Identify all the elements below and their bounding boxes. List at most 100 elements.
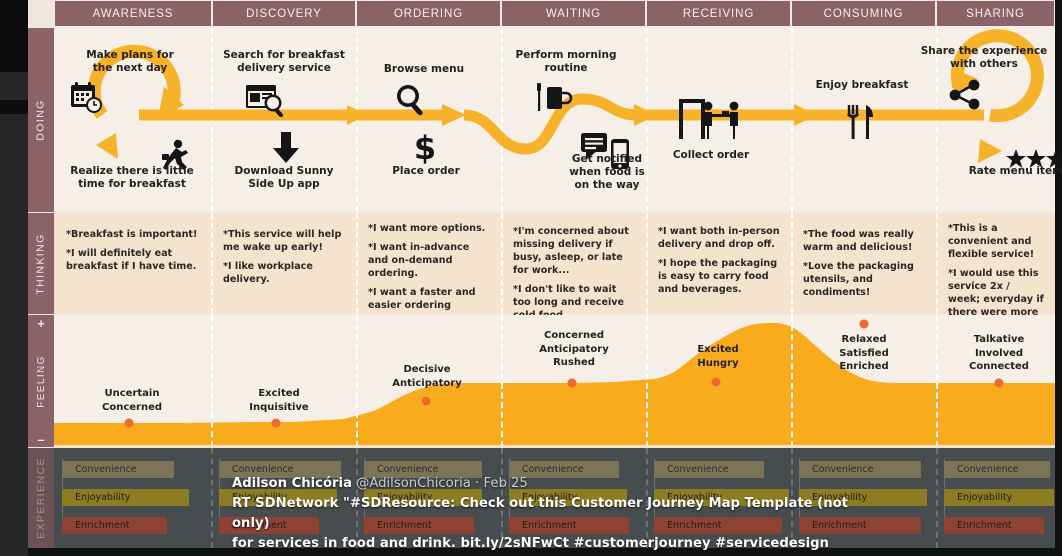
stage-label: AWARENESS xyxy=(92,7,174,20)
toothbrush-mug-icon xyxy=(534,83,574,120)
experience-col-awareness: Convenience Enjoyability Enrichment xyxy=(62,448,211,548)
experience-bar-enrichment: Enrichment xyxy=(944,517,1044,534)
feeling-label-consuming: Relaxed Satisfied Enriched xyxy=(839,334,889,372)
download-arrow-icon xyxy=(272,132,300,169)
stage-label: RECEIVING xyxy=(682,7,755,20)
feeling-point-ordering xyxy=(421,396,431,406)
thinking-cell-waiting: *I'm concerned about missing delivery if… xyxy=(501,213,646,321)
thinking-quote: *This service will help me wake up early… xyxy=(223,229,342,253)
experience-bar-enjoyability: Enjoyability xyxy=(62,489,189,506)
stage-header-discovery: DISCOVERY xyxy=(213,1,355,26)
stage-label: WAITING xyxy=(545,7,602,20)
lane-label-experience: EXPERIENCE xyxy=(28,448,54,548)
column-divider xyxy=(501,315,503,447)
tweet-body-line-2: for services in food and drink. bit.ly/2… xyxy=(232,534,852,554)
doing-step-sub-ordering: Place order xyxy=(392,165,460,177)
stage-label: CONSUMING xyxy=(823,7,904,20)
lane-feeling: Uncertain Concerned Excited Inquisitive De… xyxy=(54,315,1055,447)
calendar-clock-icon xyxy=(70,81,104,120)
thinking-quote: *Breakfast is important! xyxy=(66,229,198,240)
thinking-quote: *Love the packaging utensils, and condim… xyxy=(803,260,914,298)
stage-header-row: AWARENESS DISCOVERY ORDERING WAITING REC… xyxy=(28,0,1055,27)
tweet-separator: · xyxy=(475,476,480,491)
stage-label: DISCOVERY xyxy=(246,7,322,20)
feeling-point-awareness xyxy=(124,418,134,428)
lane-label-thinking: THINKING xyxy=(28,213,54,314)
lane-thinking: *Breakfast is important! *I will definit… xyxy=(54,213,1055,331)
tweet-author-line: Adilson Chicória @AdilsonChicoria · Feb … xyxy=(232,474,852,494)
magnifier-icon xyxy=(394,83,428,122)
feeling-label-sharing: Talkative Involved Connected xyxy=(969,334,1029,372)
experience-bar-convenience: Convenience xyxy=(62,461,174,478)
feeling-scale-minus: – xyxy=(28,431,54,447)
tweet-link[interactable]: bit.ly/2sNFwCt xyxy=(460,536,568,551)
column-divider xyxy=(646,315,648,447)
doing-step-title-waiting: Perform morning routine xyxy=(515,49,617,75)
experience-col-sharing: Convenience Enjoyability Enrichment xyxy=(944,448,1055,548)
fork-knife-icon xyxy=(846,105,875,144)
share-nodes-icon xyxy=(949,79,983,116)
feeling-label-receiving: Excited Hungry xyxy=(697,344,739,369)
tweet-text: RT SDNetwork " xyxy=(232,496,350,511)
thinking-quote: *The food was really warm and delicious! xyxy=(803,229,914,253)
lane-doing: Make plans for the next day Realize there… xyxy=(54,27,1062,212)
stage-header-waiting: WAITING xyxy=(502,1,645,26)
column-divider xyxy=(211,315,213,447)
doing-step-sub-waiting: Get notified when food is on the way xyxy=(569,153,645,192)
doing-step-sub-sharing: Rate menu items xyxy=(968,165,1062,177)
column-divider xyxy=(936,315,938,447)
thinking-cell-awareness: *Breakfast is important! *I will definit… xyxy=(54,213,211,314)
tweet-timestamp[interactable]: Feb 25 xyxy=(483,476,527,491)
feeling-point-consuming xyxy=(859,319,869,329)
stage-label: ORDERING xyxy=(393,7,464,20)
feeling-label-waiting: Concerned Anticipatory Rushed xyxy=(539,330,609,368)
thinking-quote: *I want in-advance and on-demand orderin… xyxy=(368,241,470,279)
doing-step-title-sharing: Share the experience with others xyxy=(920,45,1048,71)
feeling-point-receiving xyxy=(711,377,721,387)
stage-header-sharing: SHARING xyxy=(937,1,1054,26)
feeling-point-waiting xyxy=(567,378,577,388)
thinking-cell-ordering: *I want more options. *I want in-advance… xyxy=(356,213,501,324)
experience-bar-enjoyability: Enjoyability xyxy=(944,489,1054,506)
handoff-icon xyxy=(679,97,741,146)
thinking-quote: *I'm concerned about missing delivery if… xyxy=(513,226,629,276)
doing-step-title-ordering: Browse menu xyxy=(383,63,465,75)
thinking-quote: *I will definitely eat breakfast if I ha… xyxy=(66,247,197,272)
stage-header-receiving: RECEIVING xyxy=(647,1,790,26)
tweet-author-name[interactable]: Adilson Chicória xyxy=(232,476,352,491)
backdrop-block xyxy=(0,0,28,72)
thinking-quote: *I hope the packaging is easy to carry f… xyxy=(658,257,778,295)
svg-text:$: $ xyxy=(414,131,436,165)
thinking-cell-receiving: *I want both in-person delivery and drop… xyxy=(646,213,791,314)
tweet-text: for services in food and drink. xyxy=(232,536,461,551)
backdrop-right-edge xyxy=(1055,0,1062,556)
lane-label-doing: DOING xyxy=(28,28,54,212)
lane-label-feeling: FEELING xyxy=(28,331,54,431)
doing-step-sub-receiving: Collect order xyxy=(672,149,750,161)
thinking-cell-consuming: *The food was really warm and delicious!… xyxy=(791,213,936,314)
backdrop-block xyxy=(0,100,28,114)
stage-header-awareness: AWARENESS xyxy=(55,1,211,26)
column-divider xyxy=(356,315,358,447)
doing-step-title-discovery: Search for breakfast delivery service xyxy=(223,49,345,75)
stage-label: SHARING xyxy=(966,7,1025,20)
feeling-scale-plus: + xyxy=(28,315,54,331)
feeling-point-sharing xyxy=(994,378,1004,388)
tweet-author-handle[interactable]: @AdilsonChicoria xyxy=(356,476,471,491)
tweet-overlay: Adilson Chicória @AdilsonChicoria · Feb … xyxy=(232,474,852,556)
tweet-hashtag-sdresource[interactable]: #SDResource xyxy=(350,496,450,511)
feeling-label-ordering: Decisive Anticipatory xyxy=(392,364,462,389)
tweet-body-line-1: RT SDNetwork "#SDResource: Check out thi… xyxy=(232,494,852,534)
experience-bar-convenience: Convenience xyxy=(944,461,1050,478)
backdrop-column xyxy=(0,0,28,556)
tweet-text: #customerjourney #servicedesign xyxy=(568,536,829,551)
thinking-cell-discovery: *This service will help me wake up early… xyxy=(211,213,356,314)
doing-step-title-consuming: Enjoy breakfast xyxy=(815,79,909,91)
feeling-label-discovery: Excited Inquisitive xyxy=(249,388,309,413)
thinking-quote: *I want both in-person delivery and drop… xyxy=(658,226,780,250)
stage-header-ordering: ORDERING xyxy=(357,1,500,26)
column-divider xyxy=(791,315,793,447)
column-divider xyxy=(936,448,938,548)
column-divider xyxy=(211,448,213,548)
thinking-cell-sharing: *This is a convenient and flexible servi… xyxy=(936,213,1055,331)
